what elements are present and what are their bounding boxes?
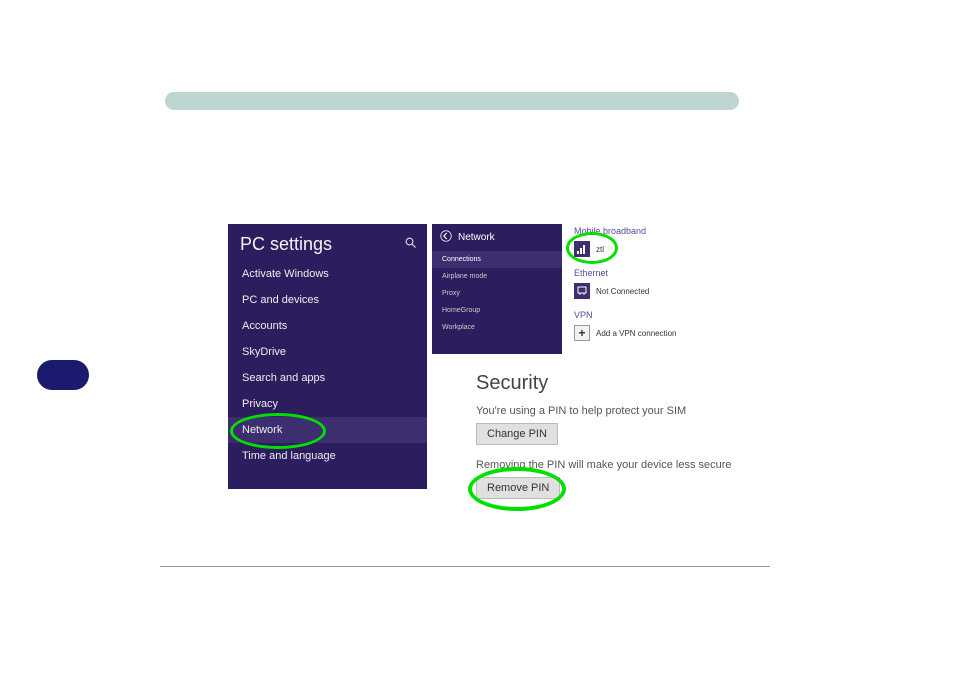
sidebar-item-skydrive[interactable]: SkyDrive <box>228 339 427 365</box>
pc-settings-header: PC settings <box>228 232 427 261</box>
remove-pin-button[interactable]: Remove PIN <box>476 477 560 499</box>
back-icon[interactable] <box>440 230 452 245</box>
add-vpn-row[interactable]: + Add a VPN connection <box>564 322 746 344</box>
search-icon[interactable] <box>405 237 417 252</box>
sidebar-item-activate-windows[interactable]: Activate Windows <box>228 261 427 287</box>
security-section: Security You're using a PIN to help prot… <box>476 372 766 513</box>
network-item-homegroup[interactable]: HomeGroup <box>432 302 562 319</box>
plus-icon: + <box>574 325 590 341</box>
network-item-airplane[interactable]: Airplane mode <box>432 268 562 285</box>
ethernet-connection-row[interactable]: Not Connected <box>564 280 746 302</box>
network-item-workplace[interactable]: Workplace <box>432 319 562 336</box>
security-pin-text: You're using a PIN to help protect your … <box>476 405 766 417</box>
security-heading: Security <box>476 372 766 395</box>
connections-panel: Mobile broadband ztl Ethernet Not Connec… <box>564 224 746 354</box>
add-vpn-text: Add a VPN connection <box>596 329 677 338</box>
network-subpanel: Network Connections Airplane mode Proxy … <box>432 224 562 354</box>
ethernet-icon <box>574 283 590 299</box>
network-title: Network <box>458 232 495 243</box>
sidebar-item-network[interactable]: Network <box>228 417 427 443</box>
network-header: Network <box>432 224 562 251</box>
ethernet-status: Not Connected <box>596 287 649 296</box>
divider-line <box>160 566 770 567</box>
mobile-connection-name: ztl <box>596 245 604 254</box>
sidebar-item-pc-and-devices[interactable]: PC and devices <box>228 287 427 313</box>
vpn-label: VPN <box>564 308 746 322</box>
change-pin-button[interactable]: Change PIN <box>476 423 558 445</box>
sidebar-item-privacy[interactable]: Privacy <box>228 391 427 417</box>
signal-icon <box>574 241 590 257</box>
sidebar-item-search-and-apps[interactable]: Search and apps <box>228 365 427 391</box>
mobile-connection-row[interactable]: ztl <box>564 238 746 260</box>
sidebar-item-accounts[interactable]: Accounts <box>228 313 427 339</box>
network-item-proxy[interactable]: Proxy <box>432 285 562 302</box>
pc-settings-panel: PC settings Activate Windows PC and devi… <box>228 224 427 489</box>
pc-settings-title: PC settings <box>240 234 332 255</box>
network-item-connections[interactable]: Connections <box>432 251 562 268</box>
decorative-pill <box>37 360 89 390</box>
ethernet-label: Ethernet <box>564 266 746 280</box>
decorative-bar <box>165 92 739 110</box>
